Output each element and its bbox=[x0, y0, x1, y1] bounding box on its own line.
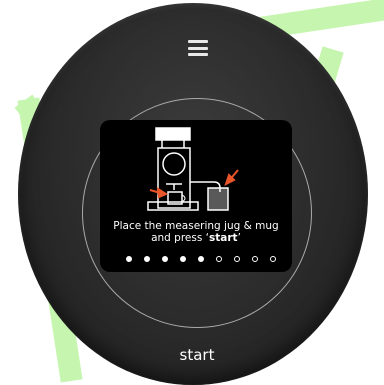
measuring-jug-icon bbox=[190, 181, 229, 211]
pager-dot bbox=[180, 256, 186, 262]
menu-button[interactable] bbox=[188, 40, 208, 56]
instruction-text: Place the measering jug & mug and press … bbox=[96, 220, 296, 244]
pager-dot bbox=[144, 256, 150, 262]
hamburger-menu-bar bbox=[188, 46, 208, 50]
pager-dot bbox=[270, 256, 276, 262]
start-button[interactable]: start bbox=[162, 346, 232, 368]
pager-dot bbox=[198, 256, 204, 262]
hamburger-menu-bar bbox=[188, 53, 208, 56]
hamburger-menu-icon bbox=[188, 40, 208, 43]
instruction-line2-prefix: and press ‘ bbox=[151, 232, 209, 244]
coffee-machine-illustration bbox=[147, 127, 239, 211]
instruction-keyword: start bbox=[209, 232, 238, 244]
pager-dot bbox=[252, 256, 258, 262]
pager-dot bbox=[126, 256, 132, 262]
pager-dot bbox=[216, 256, 222, 262]
instruction-line2-suffix: ’ bbox=[237, 232, 241, 244]
coffee-machine-icon bbox=[147, 127, 199, 211]
pager-dot bbox=[162, 256, 168, 262]
pager-dot bbox=[234, 256, 240, 262]
step-pager bbox=[126, 255, 276, 263]
instruction-line1: Place the measering jug & mug bbox=[113, 220, 279, 232]
